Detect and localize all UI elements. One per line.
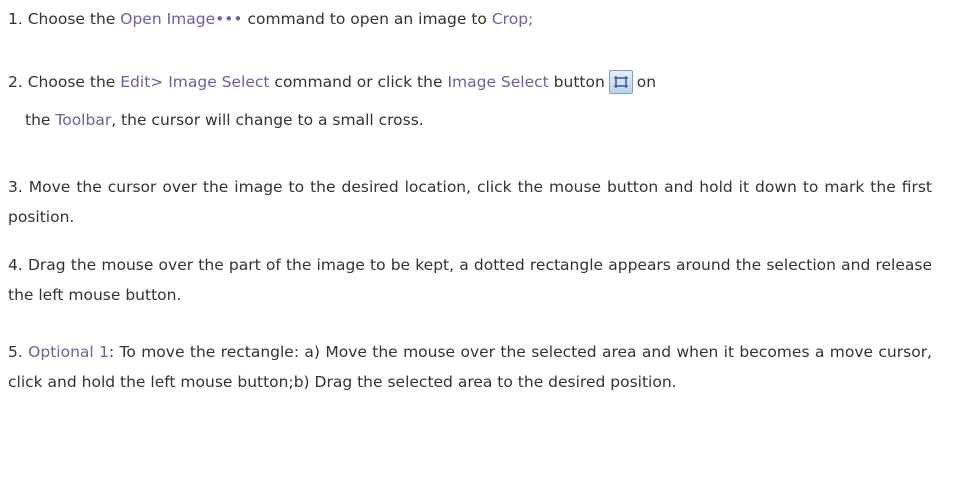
- instructions-document: 1. Choose the Open Image••• command to o…: [0, 0, 955, 491]
- step-text: , the cursor will change to a small cros…: [111, 111, 424, 129]
- optional-term: Optional 1: [28, 343, 109, 361]
- step-3: 3. Move the cursor over the image to the…: [8, 172, 932, 232]
- step-text: : To move the rectangle: a) Move the mou…: [8, 343, 932, 391]
- edit-image-select-command: Edit> Image Select: [120, 73, 270, 91]
- step-number: 5.: [8, 343, 23, 361]
- step-continuation: the Toolbar, the cursor will change to a…: [8, 111, 424, 129]
- step-number: 4.: [8, 256, 23, 274]
- step-number: 3.: [8, 178, 23, 196]
- step-text: command or click the: [274, 73, 443, 91]
- step-number: 2.: [8, 73, 23, 91]
- step-text: Drag the mouse over the part of the imag…: [8, 256, 932, 304]
- step-4: 4. Drag the mouse over the part of the i…: [8, 250, 932, 310]
- step-text: Choose the: [27, 10, 116, 28]
- toolbar-term: Toolbar: [55, 111, 112, 129]
- step-text: on: [636, 73, 657, 91]
- open-image-command: Open Image•••: [120, 10, 243, 28]
- step-text: Move the cursor over the image to the de…: [8, 178, 932, 226]
- step-text: the: [25, 111, 51, 129]
- step-2: 2. Choose the Edit> Image Select command…: [8, 67, 932, 129]
- step-5: 5. Optional 1: To move the rectangle: a)…: [8, 337, 932, 397]
- image-select-term: Image Select: [447, 73, 549, 91]
- image-select-icon: [608, 70, 633, 94]
- step-1: 1. Choose the Open Image••• command to o…: [8, 4, 932, 34]
- step-text: button: [553, 73, 605, 91]
- crop-term: Crop;: [491, 10, 534, 28]
- step-text: Choose the: [27, 73, 116, 91]
- step-text: command to open an image to: [247, 10, 487, 28]
- step-number: 1.: [8, 10, 23, 28]
